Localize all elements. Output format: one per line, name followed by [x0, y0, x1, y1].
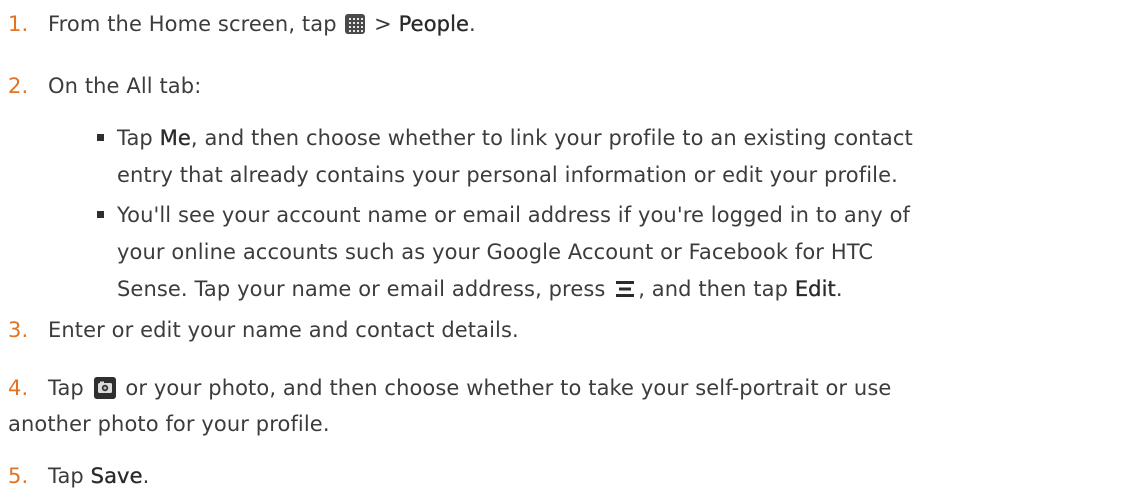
step-number: 2.	[8, 74, 29, 98]
camera-icon	[93, 377, 116, 399]
all-apps-grid-icon	[345, 14, 366, 34]
step-number: 4.	[8, 376, 29, 400]
bullet-line: entry that already contains your persona…	[117, 163, 898, 187]
step-text: Tap or your photo, and then choose wheth…	[48, 376, 892, 400]
bullet-line: Tap Me, and then choose whether to link …	[117, 126, 913, 150]
bullet-line: You'll see your account name or email ad…	[117, 203, 911, 227]
bullet-line: your online accounts such as your Google…	[117, 240, 874, 264]
step-number: 1.	[8, 12, 29, 36]
step-text: From the Home screen, tap > People.	[48, 12, 476, 36]
me-label: Me	[159, 126, 191, 150]
step-text: Enter or edit your name and contact deta…	[48, 318, 519, 342]
step-text: On the All tab:	[48, 74, 202, 98]
people-label: People	[398, 12, 470, 36]
save-label: Save	[90, 464, 143, 488]
bullet-line: Sense. Tap your name or email address, p…	[117, 277, 843, 301]
step-number: 5.	[8, 464, 29, 488]
menu-icon	[616, 281, 635, 297]
step-text: Tap Save.	[48, 464, 150, 488]
instruction-document: 1. From the Home screen, tap > People. 2…	[0, 0, 1122, 494]
bullet-marker	[97, 134, 104, 141]
bullet-marker	[97, 211, 104, 218]
edit-label: Edit	[794, 277, 836, 301]
step-number: 3.	[8, 318, 29, 342]
step-text: another photo for your profile.	[8, 412, 330, 436]
